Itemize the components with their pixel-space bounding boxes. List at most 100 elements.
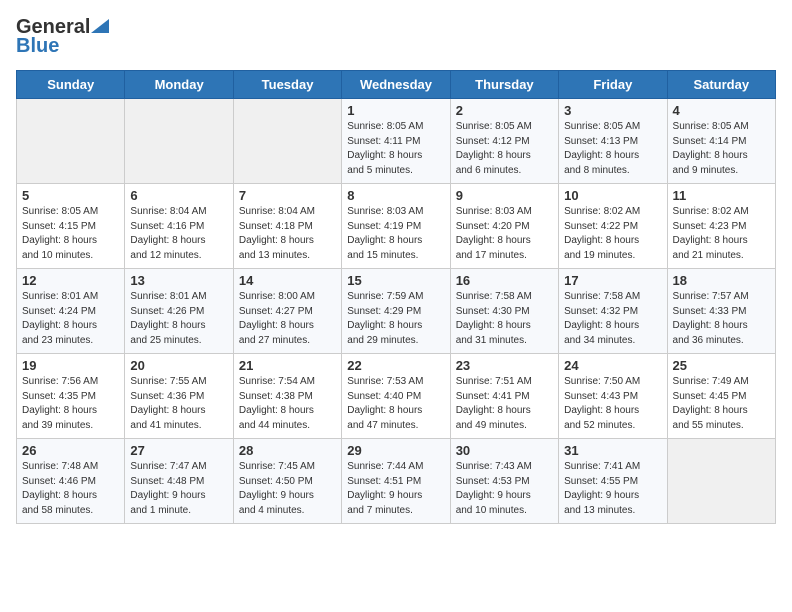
calendar-cell: 4 Sunrise: 8:05 AM Sunset: 4:14 PM Daylig… [667, 99, 775, 184]
day-number: 7 [239, 188, 336, 203]
day-info: Sunrise: 7:57 AM Sunset: 4:33 PM Dayligh… [673, 290, 770, 348]
calendar-week-3: 12Sunrise: 8:01 AM Sunset: 4:24 PM Dayli… [17, 269, 776, 354]
calendar-cell: 18 Sunrise: 7:57 AM Sunset: 4:33 PM Dayli… [667, 269, 775, 354]
day-number: 3 [564, 103, 661, 118]
calendar-week-1: 1 Sunrise: 8:05 AM Sunset: 4:11 PM Daylig… [17, 99, 776, 184]
calendar-cell: 30 Sunrise: 7:43 AM Sunset: 4:53 PM Dayli… [450, 439, 558, 524]
calendar-cell: 31Sunrise: 7:41 AM Sunset: 4:55 PM Dayli… [559, 439, 667, 524]
day-number: 1 [347, 103, 444, 118]
day-info: Sunrise: 8:00 AM Sunset: 4:27 PM Dayligh… [239, 290, 336, 348]
day-info: Sunrise: 7:55 AM Sunset: 4:36 PM Dayligh… [130, 375, 227, 433]
day-info: Sunrise: 7:58 AM Sunset: 4:32 PM Dayligh… [564, 290, 661, 348]
calendar-cell [667, 439, 775, 524]
day-info: Sunrise: 8:04 AM Sunset: 4:16 PM Dayligh… [130, 205, 227, 263]
calendar-cell: 25 Sunrise: 7:49 AM Sunset: 4:45 PM Dayli… [667, 354, 775, 439]
day-number: 2 [456, 103, 553, 118]
day-info: Sunrise: 7:51 AM Sunset: 4:41 PM Dayligh… [456, 375, 553, 433]
day-number: 21 [239, 358, 336, 373]
day-info: Sunrise: 8:05 AM Sunset: 4:11 PM Dayligh… [347, 120, 444, 178]
calendar-cell: 17 Sunrise: 7:58 AM Sunset: 4:32 PM Dayli… [559, 269, 667, 354]
calendar-cell: 28 Sunrise: 7:45 AM Sunset: 4:50 PM Dayli… [233, 439, 341, 524]
day-info: Sunrise: 7:48 AM Sunset: 4:46 PM Dayligh… [22, 460, 119, 518]
logo-blue-text: Blue [16, 35, 59, 58]
calendar-week-5: 26 Sunrise: 7:48 AM Sunset: 4:46 PM Dayli… [17, 439, 776, 524]
day-number: 11 [673, 188, 770, 203]
day-info: Sunrise: 8:05 AM Sunset: 4:12 PM Dayligh… [456, 120, 553, 178]
col-header-friday: Friday [559, 71, 667, 99]
calendar-cell: 1 Sunrise: 8:05 AM Sunset: 4:11 PM Daylig… [342, 99, 450, 184]
calendar-cell: 15Sunrise: 7:59 AM Sunset: 4:29 PM Dayli… [342, 269, 450, 354]
day-info: Sunrise: 7:43 AM Sunset: 4:53 PM Dayligh… [456, 460, 553, 518]
col-header-saturday: Saturday [667, 71, 775, 99]
day-number: 4 [673, 103, 770, 118]
calendar-header: SundayMondayTuesdayWednesdayThursdayFrid… [17, 71, 776, 99]
calendar-cell: 5Sunrise: 8:05 AM Sunset: 4:15 PM Daylig… [17, 184, 125, 269]
day-info: Sunrise: 8:05 AM Sunset: 4:13 PM Dayligh… [564, 120, 661, 178]
day-info: Sunrise: 8:02 AM Sunset: 4:22 PM Dayligh… [564, 205, 661, 263]
day-info: Sunrise: 8:03 AM Sunset: 4:20 PM Dayligh… [456, 205, 553, 263]
day-info: Sunrise: 7:41 AM Sunset: 4:55 PM Dayligh… [564, 460, 661, 518]
calendar-cell: 27Sunrise: 7:47 AM Sunset: 4:48 PM Dayli… [125, 439, 233, 524]
day-number: 29 [347, 443, 444, 458]
day-number: 13 [130, 273, 227, 288]
day-number: 28 [239, 443, 336, 458]
calendar-cell: 10 Sunrise: 8:02 AM Sunset: 4:22 PM Dayli… [559, 184, 667, 269]
day-info: Sunrise: 7:44 AM Sunset: 4:51 PM Dayligh… [347, 460, 444, 518]
calendar-week-2: 5Sunrise: 8:05 AM Sunset: 4:15 PM Daylig… [17, 184, 776, 269]
calendar-body: 1 Sunrise: 8:05 AM Sunset: 4:11 PM Daylig… [17, 99, 776, 524]
day-number: 6 [130, 188, 227, 203]
day-number: 23 [456, 358, 553, 373]
calendar-cell: 14 Sunrise: 8:00 AM Sunset: 4:27 PM Dayli… [233, 269, 341, 354]
calendar-cell: 9 Sunrise: 8:03 AM Sunset: 4:20 PM Daylig… [450, 184, 558, 269]
calendar-cell: 24 Sunrise: 7:50 AM Sunset: 4:43 PM Dayli… [559, 354, 667, 439]
day-info: Sunrise: 7:58 AM Sunset: 4:30 PM Dayligh… [456, 290, 553, 348]
day-info: Sunrise: 7:50 AM Sunset: 4:43 PM Dayligh… [564, 375, 661, 433]
calendar-cell [233, 99, 341, 184]
calendar-cell [125, 99, 233, 184]
calendar-cell: 21Sunrise: 7:54 AM Sunset: 4:38 PM Dayli… [233, 354, 341, 439]
day-number: 20 [130, 358, 227, 373]
day-number: 30 [456, 443, 553, 458]
day-info: Sunrise: 7:56 AM Sunset: 4:35 PM Dayligh… [22, 375, 119, 433]
day-info: Sunrise: 8:03 AM Sunset: 4:19 PM Dayligh… [347, 205, 444, 263]
day-info: Sunrise: 8:05 AM Sunset: 4:14 PM Dayligh… [673, 120, 770, 178]
day-number: 26 [22, 443, 119, 458]
calendar-cell: 8 Sunrise: 8:03 AM Sunset: 4:19 PM Daylig… [342, 184, 450, 269]
calendar-cell: 22Sunrise: 7:53 AM Sunset: 4:40 PM Dayli… [342, 354, 450, 439]
calendar-table: SundayMondayTuesdayWednesdayThursdayFrid… [16, 70, 776, 524]
day-number: 19 [22, 358, 119, 373]
day-number: 17 [564, 273, 661, 288]
calendar-cell: 3 Sunrise: 8:05 AM Sunset: 4:13 PM Daylig… [559, 99, 667, 184]
day-number: 24 [564, 358, 661, 373]
calendar-cell: 12Sunrise: 8:01 AM Sunset: 4:24 PM Dayli… [17, 269, 125, 354]
col-header-thursday: Thursday [450, 71, 558, 99]
col-header-wednesday: Wednesday [342, 71, 450, 99]
day-number: 10 [564, 188, 661, 203]
col-header-sunday: Sunday [17, 71, 125, 99]
calendar-cell: 11 Sunrise: 8:02 AM Sunset: 4:23 PM Dayli… [667, 184, 775, 269]
calendar-cell: 2 Sunrise: 8:05 AM Sunset: 4:12 PM Daylig… [450, 99, 558, 184]
col-header-tuesday: Tuesday [233, 71, 341, 99]
day-number: 12 [22, 273, 119, 288]
calendar-cell: 19 Sunrise: 7:56 AM Sunset: 4:35 PM Dayli… [17, 354, 125, 439]
day-number: 8 [347, 188, 444, 203]
calendar-cell [17, 99, 125, 184]
day-number: 9 [456, 188, 553, 203]
calendar-cell: 29 Sunrise: 7:44 AM Sunset: 4:51 PM Dayli… [342, 439, 450, 524]
calendar-cell: 13 Sunrise: 8:01 AM Sunset: 4:26 PM Dayli… [125, 269, 233, 354]
day-info: Sunrise: 7:47 AM Sunset: 4:48 PM Dayligh… [130, 460, 227, 518]
day-info: Sunrise: 8:01 AM Sunset: 4:26 PM Dayligh… [130, 290, 227, 348]
day-number: 18 [673, 273, 770, 288]
day-number: 14 [239, 273, 336, 288]
day-info: Sunrise: 8:05 AM Sunset: 4:15 PM Dayligh… [22, 205, 119, 263]
day-info: Sunrise: 8:02 AM Sunset: 4:23 PM Dayligh… [673, 205, 770, 263]
day-number: 25 [673, 358, 770, 373]
logo: General Blue [16, 16, 109, 58]
day-number: 22 [347, 358, 444, 373]
day-info: Sunrise: 7:49 AM Sunset: 4:45 PM Dayligh… [673, 375, 770, 433]
logo-triangle-icon [91, 19, 109, 33]
calendar-week-4: 19 Sunrise: 7:56 AM Sunset: 4:35 PM Dayli… [17, 354, 776, 439]
day-info: Sunrise: 7:45 AM Sunset: 4:50 PM Dayligh… [239, 460, 336, 518]
day-number: 16 [456, 273, 553, 288]
calendar-cell: 16 Sunrise: 7:58 AM Sunset: 4:30 PM Dayli… [450, 269, 558, 354]
